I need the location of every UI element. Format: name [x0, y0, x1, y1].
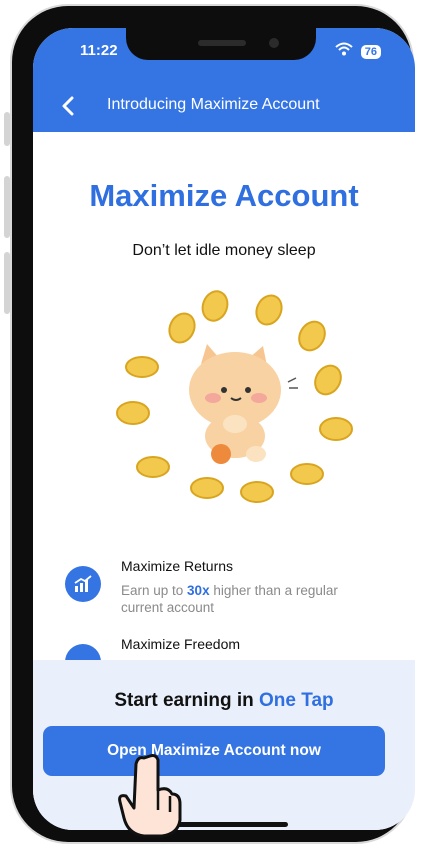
cat-mascot	[189, 344, 298, 464]
coin	[298, 320, 326, 352]
battery-icon: 76	[360, 44, 381, 59]
status-time: 11:22	[80, 42, 118, 59]
feature-description: Earn up to 30x higher than a regular cur…	[121, 583, 338, 615]
speaker-grille	[198, 40, 246, 46]
header-title: Introducing Maximize Account	[107, 96, 320, 113]
phone-frame: 11:22 76 Introducing Maximize Account Ma…	[12, 6, 415, 842]
volume-down-button	[4, 252, 10, 314]
open-account-button[interactable]: Open Maximize Account now	[43, 726, 385, 776]
camera-notch	[126, 28, 316, 60]
side-button	[4, 112, 10, 146]
feature-maximize-returns: Maximize Returns Earn up to 30x higher t…	[63, 558, 393, 618]
feature-title: Maximize Freedom	[121, 636, 241, 652]
growth-chart-icon	[65, 566, 101, 602]
coin	[290, 463, 324, 485]
app-screen: 11:22 76 Introducing Maximize Account Ma…	[33, 28, 415, 830]
coin	[136, 456, 170, 478]
coin	[168, 312, 196, 344]
coin	[255, 294, 283, 326]
mascot-coins-illustration	[93, 286, 353, 516]
chevron-left-icon	[62, 96, 74, 116]
wifi-icon	[335, 42, 353, 61]
coin	[190, 477, 224, 499]
volume-up-button	[4, 176, 10, 238]
cta-tagline: Start earning in One Tap	[114, 690, 334, 711]
cta-highlight: One Tap	[259, 690, 334, 711]
coin	[116, 401, 150, 425]
status-icons: 76	[335, 42, 381, 61]
multiplier-highlight: 30x	[187, 583, 210, 598]
pointing-hand-icon	[114, 750, 184, 845]
back-button[interactable]	[61, 96, 75, 121]
coin	[319, 417, 353, 441]
coin	[314, 364, 342, 396]
hero-subtitle: Don’t let idle money sleep	[132, 242, 316, 259]
hero-title: Maximize Account	[89, 178, 359, 213]
coin	[240, 481, 274, 503]
front-camera	[269, 38, 279, 48]
coin	[201, 290, 229, 322]
coin	[125, 356, 159, 378]
feature-title: Maximize Returns	[121, 558, 234, 574]
cta-panel: Start earning in One Tap Open Maximize A…	[33, 660, 415, 830]
